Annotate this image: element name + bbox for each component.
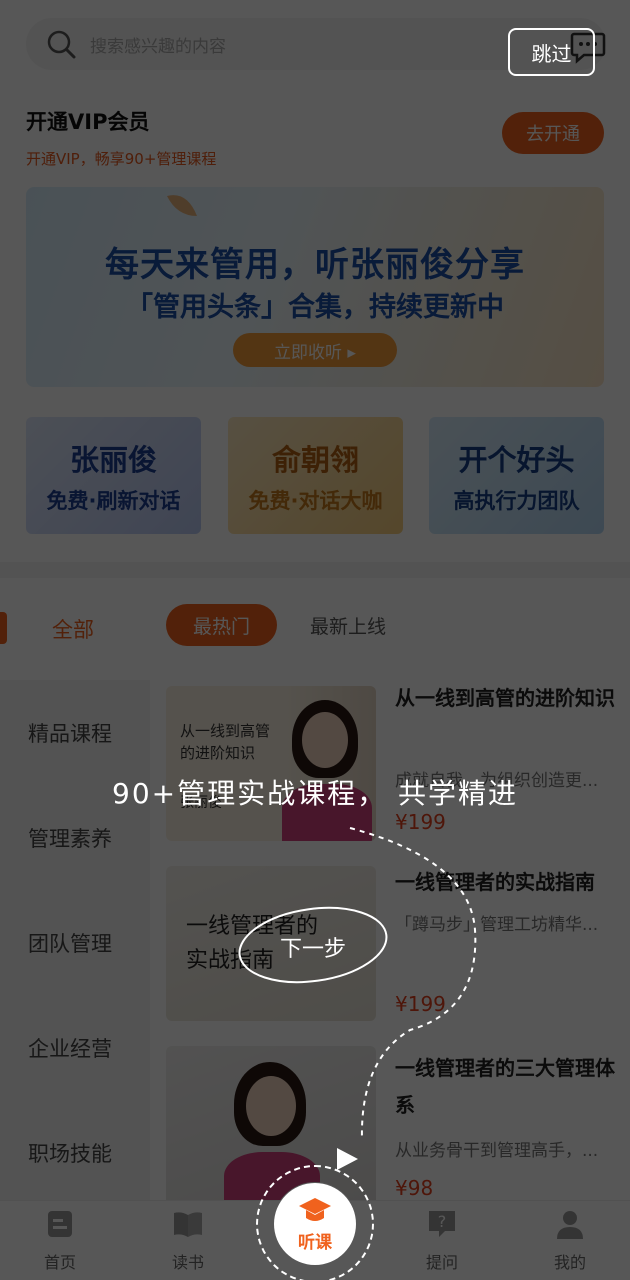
skip-button[interactable]: 跳过 <box>508 28 595 76</box>
guide-arrow-path <box>238 827 477 1170</box>
next-step-button[interactable]: 下一步 <box>237 912 389 982</box>
guide-caption: 90+管理实战课程， 共学精进 <box>112 777 518 810</box>
